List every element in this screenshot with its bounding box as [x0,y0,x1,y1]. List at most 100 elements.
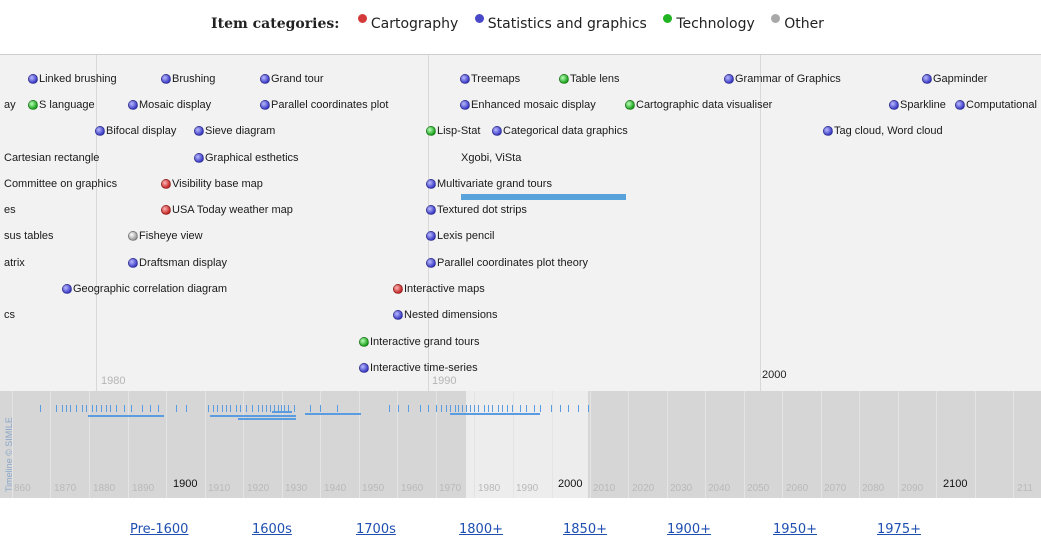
timeline-event[interactable]: Cartographic data visualiser [625,98,772,112]
timeline-event[interactable]: Gapminder [922,72,987,86]
overview-decade-label: 2030 [670,483,693,494]
nav-link-pre-1600[interactable]: Pre-1600 [130,522,188,537]
event-label: Interactive maps [404,283,485,295]
timeline-event[interactable]: Sparkline [889,98,946,112]
timeline-event[interactable]: Lexis pencil [426,229,494,243]
overview-decade-label: 1890 [132,483,155,494]
overview-event-tick [474,405,475,412]
overview-gridline [243,391,244,498]
overview-event-tick [436,405,437,412]
timeline-event[interactable]: Textured dot strips [426,203,527,217]
timeline-event[interactable]: Categorical data graphics [492,124,628,138]
timeline-event[interactable]: es [4,203,16,217]
statistics-dot-icon [426,205,436,215]
timeline-event[interactable]: Lisp-Stat [426,124,480,138]
overview-event-tick [217,405,218,412]
decade-label: 1990 [432,375,457,387]
timeline-event[interactable]: ay [4,98,16,112]
overview-gridline [821,391,822,498]
overview-event-tick [76,405,77,412]
timeline-event[interactable]: Cartesian rectangle [4,151,99,165]
timeline-event[interactable]: Geographic correlation diagram [62,282,227,296]
timeline-event[interactable]: Interactive time-series [359,361,478,375]
overview-event-tick [389,405,390,412]
timeline-event[interactable]: Draftsman display [128,256,227,270]
nav-link-1850-plus[interactable]: 1850+ [563,522,607,537]
event-label: Draftsman display [139,257,228,269]
overview-decade-label: 1950 [362,483,385,494]
timeline-main-band[interactable]: 1980 1990 2000 Linked brushing Brushing … [0,54,1041,391]
timeline-event[interactable]: Mosaic display [128,98,211,112]
nav-link-1600s[interactable]: 1600s [252,522,292,537]
legend-item-statistics: Statistics and graphics [474,14,647,32]
nav-link-1975-plus[interactable]: 1975+ [877,522,921,537]
nav-link-1950-plus[interactable]: 1950+ [773,522,817,537]
event-label: Textured dot strips [437,204,527,216]
timeline-event[interactable]: Interactive grand tours [359,335,479,349]
event-label: Gapminder [933,73,988,85]
overview-event-tick [106,405,107,412]
timeline-event[interactable]: Sieve diagram [194,124,275,138]
timeline-overview-band[interactable]: 860 1870 1880 1890 1910 1920 1930 1940 1950 1960 1… [0,391,1041,498]
nav-link-1900-plus[interactable]: 1900+ [667,522,711,537]
event-label: Interactive time-series [370,362,478,374]
decade-label: 1980 [101,375,126,387]
timeline-event[interactable]: Treemaps [460,72,520,86]
statistics-dot-icon [955,100,965,110]
timeline-event[interactable]: cs [4,308,15,322]
timeline-event[interactable]: Xgobi, ViSta [461,151,521,165]
event-label: Fisheye view [139,230,203,242]
timeline-event[interactable]: Committee on graphics [4,177,117,191]
legend-item-other: Other [771,14,824,32]
timeline-event[interactable]: Linked brushing [28,72,117,86]
timeline-event[interactable]: S language [28,98,95,112]
overview-gridline [744,391,745,498]
overview-gridline [282,391,283,498]
overview-event-tick [568,405,569,412]
overview-decade-label: 2090 [901,483,924,494]
timeline-event[interactable]: Bifocal display [95,124,176,138]
timeline-event[interactable]: Grand tour [260,72,324,86]
timeline-event[interactable]: Parallel coordinates plot [260,98,388,112]
timeline-event[interactable]: Computational [955,98,1037,112]
timeline-event[interactable]: Multivariate grand tours [426,177,552,191]
timeline-event[interactable]: Graphical esthetics [194,151,299,165]
overview-event-tick [450,405,451,412]
timeline-event[interactable]: Brushing [161,72,215,86]
timeline-event[interactable]: Parallel coordinates plot theory [426,256,588,270]
timeline-event[interactable]: Table lens [559,72,620,86]
statistics-dot-icon [260,74,270,84]
timeline-event[interactable]: Visibility base map [161,177,263,191]
timeline-event[interactable]: atrix [4,256,25,270]
overview-decade-label: 1940 [324,483,347,494]
event-label: Committee on graphics [4,178,118,190]
event-label: Cartographic data visualiser [636,99,773,111]
overview-event-tick [462,405,463,412]
nav-link-1800-plus[interactable]: 1800+ [459,522,503,537]
timeline-event[interactable]: Nested dimensions [393,308,498,322]
timeline-event[interactable]: Interactive maps [393,282,485,296]
timeline-event[interactable]: Tag cloud, Word cloud [823,124,943,138]
overview-event-tick [428,405,429,412]
statistics-dot-icon [889,100,899,110]
overview-event-tick [320,405,321,412]
overview-event-tick [526,405,527,412]
overview-event-tick [186,405,187,412]
overview-decade-label: 1870 [54,483,77,494]
timeline-event[interactable]: sus tables [4,229,54,243]
overview-event-tick [230,405,231,412]
overview-event-tick [142,405,143,412]
timeline-event[interactable]: USA Today weather map [161,203,293,217]
timeline-event[interactable]: Grammar of Graphics [724,72,841,86]
overview-duration-bar [450,413,540,415]
simile-credit[interactable]: Timeline © SIMILE [4,417,14,492]
nav-link-1700s[interactable]: 1700s [356,522,396,537]
timeline-event[interactable]: Enhanced mosaic display [460,98,596,112]
event-label: Geographic correlation diagram [73,283,228,295]
statistics-dot-icon [922,74,932,84]
overview-event-tick [246,405,247,412]
overview-event-tick [150,405,151,412]
timeline-event[interactable]: Fisheye view [128,229,203,243]
overview-century-label: 2100 [943,478,968,490]
statistics-dot-icon [823,126,833,136]
